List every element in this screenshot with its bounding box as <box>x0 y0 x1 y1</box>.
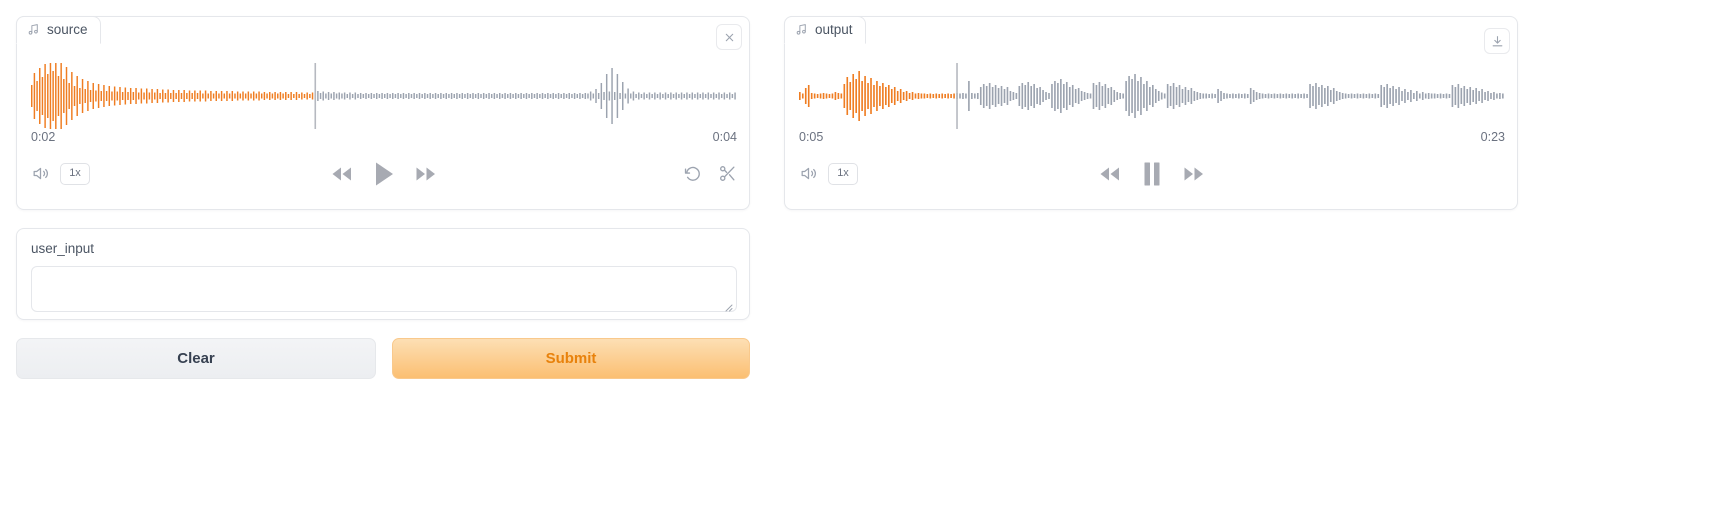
source-total-time: 0:04 <box>712 130 737 144</box>
volume-icon[interactable] <box>31 164 50 183</box>
source-controls-row: 1x <box>31 160 737 188</box>
rewind-icon[interactable] <box>330 164 354 184</box>
user-input-block: user_input <box>16 228 750 320</box>
source-panel-tab-label: source <box>47 22 88 37</box>
source-panel-tab: source <box>16 16 101 44</box>
output-panel-tab: output <box>784 16 866 44</box>
resize-grip-icon[interactable] <box>723 299 733 312</box>
user-input-label: user_input <box>31 241 95 256</box>
clear-button[interactable]: Clear <box>16 338 376 379</box>
output-current-time: 0:05 <box>799 130 824 144</box>
submit-button[interactable]: Submit <box>392 338 750 379</box>
output-transport-controls <box>1098 160 1206 188</box>
rewind-icon[interactable] <box>1098 164 1122 184</box>
source-speed-button[interactable]: 1x <box>60 163 90 185</box>
music-note-icon <box>27 23 40 36</box>
output-download-button[interactable] <box>1484 28 1510 54</box>
source-close-button[interactable] <box>716 24 742 50</box>
output-time-row: 0:05 0:23 <box>799 130 1505 144</box>
output-waveform[interactable] <box>799 63 1505 129</box>
forward-icon[interactable] <box>1182 164 1206 184</box>
output-audio-panel: output 0:05 0:23 1x <box>784 16 1518 210</box>
volume-icon[interactable] <box>799 164 818 183</box>
output-panel-tab-label: output <box>815 22 853 37</box>
source-time-row: 0:02 0:04 <box>31 130 737 144</box>
output-left-controls: 1x <box>799 163 858 185</box>
download-icon <box>1491 35 1504 48</box>
source-edit-controls <box>683 164 737 183</box>
music-note-icon <box>795 23 808 36</box>
user-input-textarea[interactable] <box>32 267 736 311</box>
user-input-textarea-wrapper[interactable] <box>31 266 737 312</box>
scissors-icon[interactable] <box>718 164 737 183</box>
output-total-time: 0:23 <box>1480 130 1505 144</box>
forward-icon[interactable] <box>414 164 438 184</box>
pause-icon[interactable] <box>1140 160 1164 188</box>
source-audio-panel: source 0:02 0:04 1x <box>16 16 750 210</box>
output-speed-button[interactable]: 1x <box>828 163 858 185</box>
source-transport-controls <box>330 160 438 188</box>
source-waveform[interactable] <box>31 63 737 129</box>
app-root: source 0:02 0:04 1x output 0:05 0:23 1x … <box>0 0 1711 522</box>
source-left-controls: 1x <box>31 163 90 185</box>
output-controls-row: 1x <box>799 160 1505 188</box>
play-icon[interactable] <box>372 160 396 188</box>
source-current-time: 0:02 <box>31 130 56 144</box>
close-icon <box>724 32 735 43</box>
undo-icon[interactable] <box>683 164 702 183</box>
